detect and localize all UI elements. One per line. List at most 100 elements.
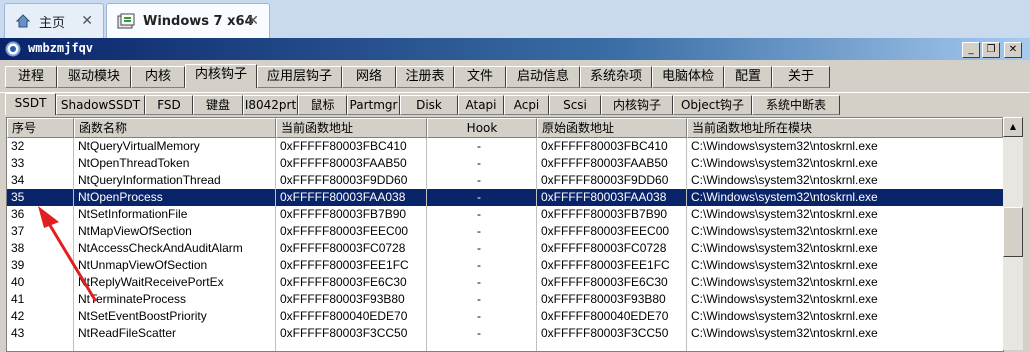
minimize-button[interactable]: _ — [962, 42, 980, 58]
main-tab-4[interactable]: 应用层钩子 — [257, 66, 342, 88]
sub-tab-2[interactable]: FSD — [145, 95, 193, 115]
sub-tab-13[interactable]: 系统中断表 — [752, 95, 840, 115]
sub-tab-9[interactable]: Acpi — [504, 95, 549, 115]
cell-id: 39 — [11, 258, 25, 272]
main-tab-11[interactable]: 配置 — [724, 66, 772, 88]
sub-tab-bar: SSDT ShadowSSDT FSD 键盘 I8042prt 鼠标 Partmgr Disk… — [0, 92, 1030, 115]
sub-tab-11[interactable]: 内核钩子 — [601, 95, 673, 115]
column-header-4[interactable]: 原始函数地址 — [537, 118, 687, 138]
cell-module: C:\Windows\system32\ntoskrnl.exe — [691, 241, 878, 255]
column-header-0[interactable]: 序号 — [7, 118, 74, 138]
column-header-3[interactable]: Hook — [427, 118, 537, 138]
restore-button[interactable]: ❐ — [982, 42, 1000, 58]
main-tab-12[interactable]: 关于 — [772, 66, 830, 88]
cell-orig: 0xFFFFF80003F93B80 — [541, 292, 666, 306]
cell-name: NtTerminateProcess — [78, 292, 187, 306]
table-row[interactable]: 36 NtSetInformationFile 0xFFFFF80003FB7B90… — [7, 206, 1003, 223]
cell-module: C:\Windows\system32\ntoskrnl.exe — [691, 258, 878, 272]
main-tab-3[interactable]: 内核钩子 — [185, 64, 257, 88]
cell-orig: 0xFFFFF80003FC0728 — [541, 241, 667, 255]
main-tab-5[interactable]: 网络 — [342, 66, 396, 88]
cell-orig: 0xFFFFF80003FB7B90 — [541, 207, 668, 221]
sub-tab-10[interactable]: Scsi — [549, 95, 601, 115]
sub-tab-1[interactable]: ShadowSSDT — [56, 95, 145, 115]
cell-id: 43 — [11, 326, 25, 340]
app-window: wmbzmjfqv _ ❐ ✕ 进程 驱动模块 内核 内核钩子 应用层钩子 网络 注册表 文件… — [0, 38, 1030, 352]
main-tab-2[interactable]: 内核 — [131, 66, 185, 88]
column-divider — [275, 138, 276, 351]
cell-id: 36 — [11, 207, 25, 221]
main-tab-0[interactable]: 进程 — [5, 66, 57, 88]
column-header-5[interactable]: 当前函数地址所在模块 — [687, 118, 1003, 138]
ssdt-list-view[interactable]: 序号 函数名称 当前函数地址 Hook 原始函数地址 当前函数地址所在模块 32 NtQue… — [6, 117, 1004, 352]
table-row[interactable]: 34 NtQueryInformationThread 0xFFFFF80003F9… — [7, 172, 1003, 189]
cell-id: 41 — [11, 292, 25, 306]
cell-module: C:\Windows\system32\ntoskrnl.exe — [691, 275, 878, 289]
tab-home-close-icon[interactable]: ✕ — [81, 13, 93, 29]
table-row[interactable]: 39 NtUnmapViewOfSection 0xFFFFF80003FEE1FC… — [7, 257, 1003, 274]
vm-tab-strip: 主页 ✕ Windows 7 x64 ✕ — [0, 0, 1030, 39]
column-divider — [536, 138, 537, 351]
cell-id: 35 — [11, 190, 25, 204]
main-tab-9[interactable]: 系统杂项 — [580, 66, 652, 88]
cell-name: NtSetInformationFile — [78, 207, 188, 221]
cell-id: 33 — [11, 156, 25, 170]
cell-cur: 0xFFFFF80003FC0728 — [280, 241, 406, 255]
cell-hook: - — [477, 207, 481, 221]
table-row[interactable]: 38 NtAccessCheckAndAuditAlarm 0xFFFFF80003… — [7, 240, 1003, 257]
sub-tab-0[interactable]: SSDT — [5, 93, 56, 115]
cell-cur: 0xFFFFF80003FBC410 — [280, 139, 407, 153]
main-tab-7[interactable]: 文件 — [454, 66, 506, 88]
scroll-up-icon[interactable]: ▲ — [1003, 117, 1023, 137]
cell-cur: 0xFFFFF80003F3CC50 — [280, 326, 408, 340]
cell-orig: 0xFFFFF80003FE6C30 — [541, 275, 668, 289]
cell-orig: 0xFFFFF80003F3CC50 — [541, 326, 669, 340]
table-row[interactable]: 33 NtOpenThreadToken 0xFFFFF80003FAAB50 - 0x… — [7, 155, 1003, 172]
cell-name: NtReplyWaitReceivePortEx — [78, 275, 224, 289]
app-icon — [5, 41, 21, 61]
cell-cur: 0xFFFFF80003F9DD60 — [280, 173, 408, 187]
table-row[interactable]: 32 NtQueryVirtualMemory 0xFFFFF80003FBC410… — [7, 138, 1003, 155]
cell-module: C:\Windows\system32\ntoskrnl.exe — [691, 139, 878, 153]
cell-name: NtReadFileScatter — [78, 326, 177, 340]
main-tab-6[interactable]: 注册表 — [396, 66, 454, 88]
sub-tab-12[interactable]: Object钩子 — [673, 95, 752, 115]
table-row[interactable]: 35 NtOpenProcess 0xFFFFF80003FAA038 - 0xFFFF… — [7, 188, 1003, 207]
scroll-thumb[interactable] — [1003, 207, 1023, 257]
vertical-scrollbar[interactable]: ▲ — [1003, 117, 1023, 350]
main-tab-10[interactable]: 电脑体检 — [652, 66, 724, 88]
cell-cur: 0xFFFFF80003FAA038 — [280, 190, 406, 204]
table-row[interactable]: 37 NtMapViewOfSection 0xFFFFF80003FEEC00 - 0… — [7, 223, 1003, 240]
table-row[interactable]: 41 NtTerminateProcess 0xFFFFF80003F93B80 - 0… — [7, 291, 1003, 308]
cell-name: NtUnmapViewOfSection — [78, 258, 208, 272]
sub-tab-8[interactable]: Atapi — [458, 95, 504, 115]
cell-name: NtSetEventBoostPriority — [78, 309, 207, 323]
tab-vm-windows7[interactable]: Windows 7 x64 ✕ — [106, 3, 270, 39]
column-header-2[interactable]: 当前函数地址 — [276, 118, 427, 138]
cell-name: NtQueryInformationThread — [78, 173, 221, 187]
table-row[interactable]: 43 NtReadFileScatter 0xFFFFF80003F3CC50 - 0x… — [7, 325, 1003, 342]
cell-id: 32 — [11, 139, 25, 153]
main-tab-bar: 进程 驱动模块 内核 内核钩子 应用层钩子 网络 注册表 文件 启动信息 系统杂项 电脑体检 配置 关于 — [0, 64, 1030, 88]
sub-tab-4[interactable]: I8042prt — [243, 95, 298, 115]
table-row[interactable]: 42 NtSetEventBoostPriority 0xFFFFF800040ED… — [7, 308, 1003, 325]
column-header-1[interactable]: 函数名称 — [74, 118, 276, 138]
main-tab-1[interactable]: 驱动模块 — [57, 66, 131, 88]
column-divider — [686, 138, 687, 351]
sub-tab-6[interactable]: Partmgr — [347, 95, 400, 115]
list-header: 序号 函数名称 当前函数地址 Hook 原始函数地址 当前函数地址所在模块 — [7, 118, 1003, 138]
cell-cur: 0xFFFFF80003FAAB50 — [280, 156, 407, 170]
sub-tab-3[interactable]: 键盘 — [193, 95, 243, 115]
cell-hook: - — [477, 309, 481, 323]
tab-vm-close-icon[interactable]: ✕ — [247, 13, 259, 29]
main-tab-8[interactable]: 启动信息 — [506, 66, 580, 88]
table-row[interactable]: 40 NtReplyWaitReceivePortEx 0xFFFFF80003FE… — [7, 274, 1003, 291]
close-button[interactable]: ✕ — [1004, 42, 1022, 58]
cell-cur: 0xFFFFF80003FE6C30 — [280, 275, 407, 289]
title-bar: wmbzmjfqv _ ❐ ✕ — [0, 38, 1030, 60]
cell-module: C:\Windows\system32\ntoskrnl.exe — [691, 292, 878, 306]
tab-home[interactable]: 主页 ✕ — [4, 3, 104, 38]
cell-hook: - — [477, 292, 481, 306]
sub-tab-5[interactable]: 鼠标 — [298, 95, 347, 115]
sub-tab-7[interactable]: Disk — [400, 95, 458, 115]
